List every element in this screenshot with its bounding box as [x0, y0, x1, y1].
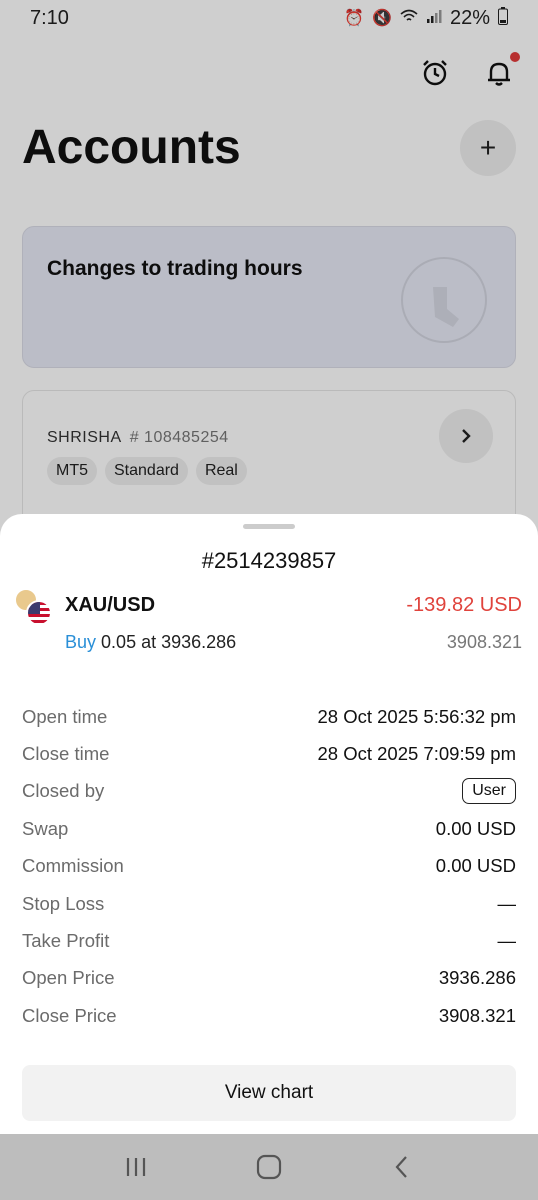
home-icon[interactable] — [249, 1147, 289, 1187]
trade-detail: 0.05 at 3936.286 — [101, 632, 237, 652]
stop-loss-value: — — [497, 892, 517, 914]
swap-label: Swap — [22, 817, 69, 839]
commission-label: Commission — [22, 855, 124, 877]
open-price-label: Open Price — [22, 967, 115, 989]
order-id: #2514239857 — [201, 548, 337, 573]
detail-row-stop-loss: Stop Loss — — [22, 885, 516, 922]
instrument-symbol: XAU/USD — [65, 594, 156, 616]
recent-apps-icon[interactable] — [116, 1147, 156, 1187]
sheet-handle[interactable] — [243, 524, 295, 529]
open-time-value: 28 Oct 2025 5:56:32 pm — [317, 705, 517, 727]
detail-row-close-time: Close time 28 Oct 2025 7:09:59 pm — [22, 735, 516, 772]
us-flag-icon — [26, 600, 52, 626]
profit-value: -139.82 USD — [406, 594, 522, 616]
close-time-value: 28 Oct 2025 7:09:59 pm — [317, 743, 517, 765]
detail-row-open-price: Open Price 3936.286 — [22, 960, 516, 997]
view-chart-button[interactable]: View chart — [22, 1065, 516, 1121]
take-profit-value: — — [497, 930, 517, 952]
trade-summary: Buy 0.05 at 3936.286 — [65, 632, 236, 653]
close-price-label: Close Price — [22, 1004, 117, 1026]
detail-row-take-profit: Take Profit — — [22, 922, 516, 959]
open-price-value: 3936.286 — [438, 967, 516, 989]
commission-value: 0.00 USD — [435, 855, 516, 877]
swap-value: 0.00 USD — [435, 817, 516, 839]
close-time-label: Close time — [22, 743, 110, 765]
close-price-value: 3908.321 — [438, 1004, 516, 1026]
trade-side: Buy — [65, 632, 97, 652]
instrument-flags — [14, 588, 54, 628]
detail-row-close-price: Close Price 3908.321 — [22, 997, 516, 1034]
detail-row-commission: Commission 0.00 USD — [22, 848, 516, 885]
order-details-list: Open time 28 Oct 2025 5:56:32 pm Close t… — [22, 698, 516, 1035]
stop-loss-label: Stop Loss — [22, 892, 105, 914]
back-icon[interactable] — [382, 1147, 422, 1187]
closed-by-label: Closed by — [22, 780, 105, 802]
closed-by-badge: User — [462, 778, 516, 805]
order-details-sheet: #2514239857 XAU/USD -139.82 USD Buy 0.05… — [0, 514, 538, 1134]
open-time-label: Open time — [22, 705, 108, 727]
system-nav-bar — [0, 1134, 538, 1200]
detail-row-open-time: Open time 28 Oct 2025 5:56:32 pm — [22, 698, 516, 735]
current-price: 3908.321 — [446, 632, 522, 652]
detail-row-closed-by: Closed by User — [22, 773, 516, 810]
take-profit-label: Take Profit — [22, 930, 110, 952]
detail-row-swap: Swap 0.00 USD — [22, 810, 516, 847]
